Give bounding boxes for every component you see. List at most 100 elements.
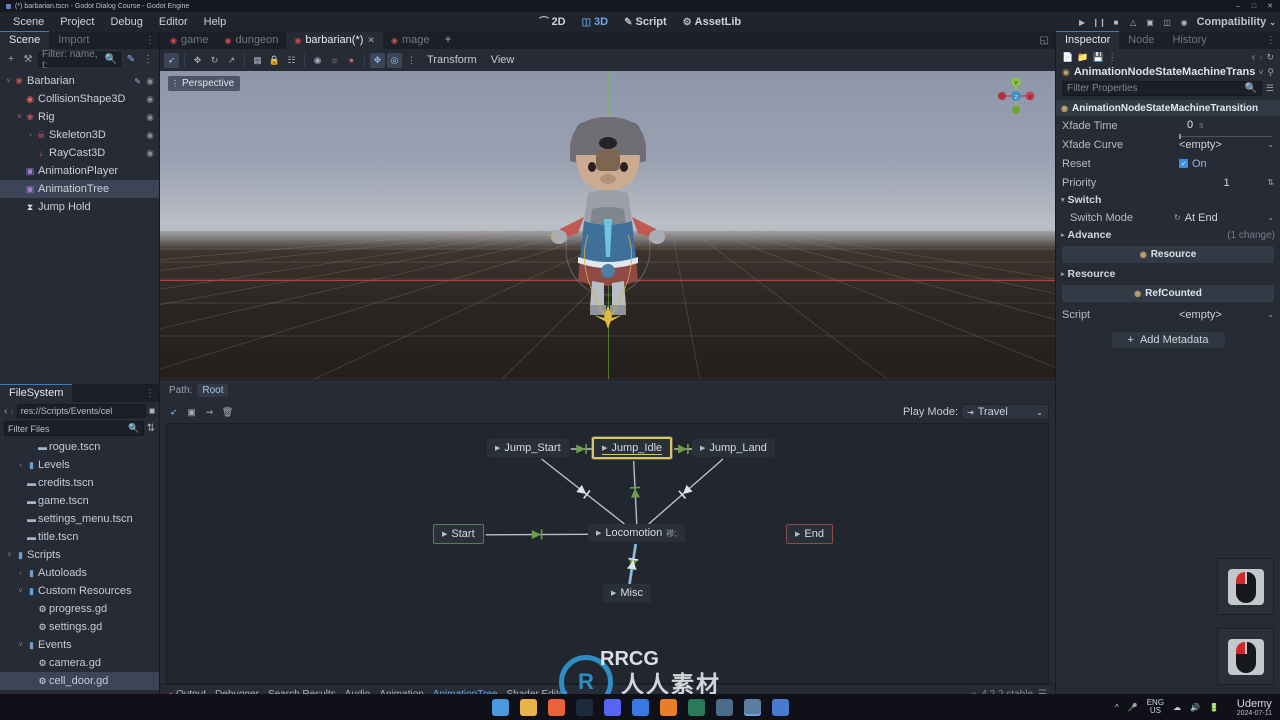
dock-tab-filesystem[interactable]: FileSystem: [0, 384, 73, 402]
open-docs-icon[interactable]: ⚲: [1267, 67, 1274, 78]
menu-project[interactable]: Project: [53, 14, 101, 30]
tray-expand-icon[interactable]: ^: [1115, 703, 1119, 712]
file-item-autoloads[interactable]: › ▮ Autoloads: [0, 564, 159, 582]
renderer-selector[interactable]: Compatibility ⌄: [1195, 16, 1276, 28]
instantiate-scene-button[interactable]: ⚒: [21, 53, 35, 67]
tools-kebab-icon[interactable]: ⋮: [1108, 52, 1117, 63]
firefox-icon[interactable]: [547, 698, 565, 716]
expand-arrow-icon[interactable]: ˅: [16, 588, 25, 595]
scene-tab-dungeon[interactable]: ◉ dungeon: [217, 32, 287, 49]
expand-icon[interactable]: ◱: [1040, 35, 1049, 46]
tab-3d[interactable]: ◫ 3D: [575, 14, 616, 30]
blender-icon[interactable]: [659, 698, 677, 716]
section-advance[interactable]: ▸ Advance (1 change): [1056, 227, 1280, 243]
minimize-button[interactable]: –: [1230, 0, 1246, 12]
slider-knob[interactable]: [1179, 133, 1181, 139]
window-controls[interactable]: – □ ✕: [1230, 0, 1278, 12]
expand-arrow-icon[interactable]: ˅: [5, 552, 14, 559]
kebab-icon[interactable]: 襂;: [666, 528, 676, 539]
rotate-icon[interactable]: ↻: [207, 53, 222, 68]
scene-tree-item-barbarian[interactable]: ˅ ❀ Barbarian ✎ ◉: [0, 72, 159, 90]
xfade-time-slider[interactable]: 0 s: [1179, 119, 1274, 139]
section-resource[interactable]: ▸ Resource: [1056, 266, 1280, 282]
load-icon[interactable]: 📁: [1077, 52, 1088, 63]
sort-icon[interactable]: ⇅: [147, 423, 155, 434]
tab-node[interactable]: Node: [1119, 32, 1163, 49]
expand-arrow-icon[interactable]: ›: [16, 462, 25, 469]
file-item-cell-door-gd[interactable]: ⚙ cell_door.gd: [0, 672, 159, 690]
filter-properties-input[interactable]: Filter Properties 🔍: [1062, 81, 1262, 96]
volume-icon[interactable]: 🔊: [1190, 703, 1200, 712]
play-icon[interactable]: ▶: [700, 444, 705, 452]
close-icon[interactable]: ✕: [367, 35, 375, 46]
maximize-button[interactable]: □: [1246, 0, 1262, 12]
file-item-events[interactable]: ˅ ▮ Events: [0, 636, 159, 654]
tab-inspector[interactable]: Inspector: [1056, 31, 1120, 49]
file-item-credits-tscn[interactable]: ▬ credits.tscn: [0, 474, 159, 492]
file-item-scripts[interactable]: ˅ ▮ Scripts: [0, 546, 159, 564]
scene-tree-item-jump-hold[interactable]: ⧗ Jump Hold: [0, 198, 159, 216]
pause-icon[interactable]: ❙❙: [1092, 16, 1105, 29]
inspector-options-icon[interactable]: ☰: [1266, 83, 1274, 94]
play-icon[interactable]: ▶: [596, 529, 601, 537]
tab-assetlib[interactable]: ⚙ AssetLib: [676, 14, 748, 30]
lock-icon[interactable]: 🔒: [267, 53, 282, 68]
run-custom-icon[interactable]: ◫: [1161, 16, 1174, 29]
visibility-toggle-icon[interactable]: ◉: [146, 112, 154, 123]
state-node-start[interactable]: ▶ Start: [433, 524, 484, 544]
file-item-settings-menu-tscn[interactable]: ▬ settings_menu.tscn: [0, 510, 159, 528]
visibility-toggle-icon[interactable]: ◉: [146, 94, 154, 105]
visibility-toggle-icon[interactable]: ◉: [146, 130, 154, 141]
file-item-rogue-tscn[interactable]: ▬ rogue.tscn: [0, 438, 159, 456]
script-dropdown[interactable]: <empty> ⌄: [1179, 309, 1274, 321]
movie-icon[interactable]: △: [1127, 16, 1140, 29]
start-icon[interactable]: [491, 698, 509, 716]
create-node-icon[interactable]: ▣: [184, 405, 199, 420]
file-item-custom-resources[interactable]: ˅ ▮ Custom Resources: [0, 582, 159, 600]
chevron-down-icon[interactable]: ˅: [1259, 68, 1264, 77]
state-node-misc[interactable]: ▶ Misc: [603, 584, 651, 602]
godot-icon[interactable]: [715, 698, 733, 716]
view-gizmo[interactable]: Y X Z: [995, 75, 1037, 117]
scale-icon[interactable]: ↗: [224, 53, 239, 68]
kebab-icon[interactable]: ⋮: [404, 53, 419, 68]
play-icon[interactable]: ▶: [1076, 16, 1089, 29]
state-node-locomotion[interactable]: ▶ Locomotion 襂;: [588, 524, 685, 542]
environment-icon[interactable]: ●: [344, 53, 359, 68]
play-icon[interactable]: ▶: [442, 530, 447, 538]
dock-tab-import[interactable]: Import: [49, 32, 98, 49]
priority-spinbox[interactable]: 1 ⇅: [1179, 177, 1274, 189]
scene-tree-item-animationtree[interactable]: ▣ AnimationTree: [0, 180, 159, 198]
reset-checkbox[interactable]: ✓ On: [1179, 158, 1274, 170]
refcounted-button[interactable]: ◉ RefCounted: [1062, 285, 1274, 302]
file-item-title-tscn[interactable]: ▬ title.tscn: [0, 528, 159, 546]
snap-mode-icon[interactable]: ◎: [387, 52, 402, 68]
file-item-progress-gd[interactable]: ⚙ progress.gd: [0, 600, 159, 618]
xfade-curve-dropdown[interactable]: <empty> ⌄: [1179, 139, 1274, 151]
discord-icon[interactable]: [603, 698, 621, 716]
scene-tree-item-raycast3d[interactable]: ↓ RayCast3D ◉: [0, 144, 159, 162]
history-icon[interactable]: ↻: [1266, 52, 1274, 63]
new-resource-icon[interactable]: 📄: [1062, 52, 1073, 63]
menu-debug[interactable]: Debug: [103, 14, 149, 30]
steam-icon[interactable]: [575, 698, 593, 716]
toggle-split-icon[interactable]: ■: [149, 406, 155, 417]
kebab-icon[interactable]: ⋮: [141, 53, 155, 67]
file-item-game-tscn[interactable]: ▬ game.tscn: [0, 492, 159, 510]
3d-viewport[interactable]: ⋮ Perspective Y X Z: [160, 71, 1055, 379]
file-item-camera-gd[interactable]: ⚙ camera.gd: [0, 654, 159, 672]
expand-arrow-icon[interactable]: ›: [16, 570, 25, 577]
scene-filter-input[interactable]: Filter: name, t: 🔍: [38, 49, 121, 71]
state-machine-graph[interactable]: ▶ Jump_Start ▶ Jump_Idle ▶ Jump_Land ▶ Start ▶ Lo…: [166, 423, 1049, 684]
add-node-button[interactable]: +: [4, 53, 18, 67]
stop-icon[interactable]: ■: [1110, 16, 1123, 29]
dock-tab-scene[interactable]: Scene: [0, 31, 50, 49]
move-icon[interactable]: ✥: [190, 53, 205, 68]
play-icon[interactable]: ▶: [495, 444, 500, 452]
close-button[interactable]: ✕: [1262, 0, 1278, 12]
select-tool-icon[interactable]: ➶: [166, 405, 181, 420]
kebab-icon[interactable]: ⋮: [1266, 35, 1276, 46]
browser-icon[interactable]: [687, 698, 705, 716]
visibility-toggle-icon[interactable]: ◉: [146, 148, 154, 159]
script-icon[interactable]: ✎: [124, 53, 138, 67]
